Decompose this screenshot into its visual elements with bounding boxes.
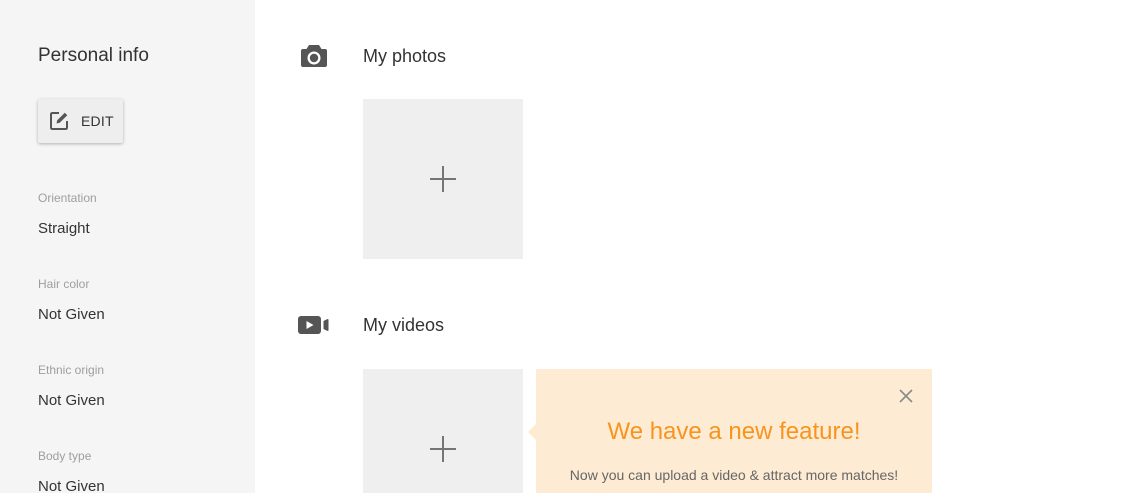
field-label: Orientation <box>38 191 97 205</box>
add-photo-tile[interactable] <box>363 99 523 259</box>
profile-sidebar: Personal info EDIT Orientation Straight … <box>0 0 255 493</box>
popover-arrow <box>528 424 536 440</box>
popover-title: We have a new feature! <box>607 418 861 445</box>
add-video-tile[interactable] <box>363 369 523 493</box>
field-label: Body type <box>38 449 92 463</box>
new-feature-popover: We have a new feature! Now you can uploa… <box>528 369 932 493</box>
personal-info-heading: Personal info <box>38 45 149 66</box>
popover-message: Now you can upload a video & attract mor… <box>569 467 899 483</box>
photos-heading: My photos <box>363 46 447 66</box>
field-value: Straight <box>38 220 90 237</box>
field-label: Ethnic origin <box>38 363 105 377</box>
field-value: Not Given <box>38 478 105 493</box>
video-camera-icon <box>298 316 329 334</box>
edit-icon <box>50 112 68 130</box>
plus-icon <box>430 166 456 192</box>
edit-button-label: EDIT <box>81 113 114 129</box>
field-label: Hair color <box>38 277 90 291</box>
close-popover-button[interactable] <box>894 384 918 408</box>
field-value: Not Given <box>38 306 105 323</box>
field-value: Not Given <box>38 392 105 409</box>
videos-heading: My videos <box>363 315 445 335</box>
plus-icon <box>430 436 456 462</box>
camera-icon <box>301 45 327 67</box>
close-icon <box>899 389 913 403</box>
edit-button[interactable]: EDIT <box>38 99 123 143</box>
